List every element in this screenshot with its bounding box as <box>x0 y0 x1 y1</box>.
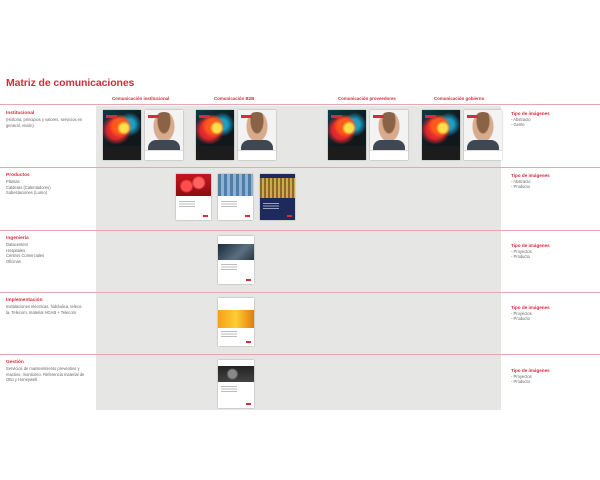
row-divider <box>0 167 600 168</box>
brochure-cover-people <box>238 110 276 160</box>
row-desc-gestion: Servicios de mantenimiento preventivo y … <box>6 366 85 383</box>
brochure-cover-people <box>145 110 183 160</box>
brochure-cover-management <box>218 360 254 408</box>
brochure-cover-people <box>464 110 502 160</box>
tipo-title: Tipo de imágenes <box>511 243 550 248</box>
brochure-cover-product <box>176 174 211 220</box>
brochure-cover-abstract <box>196 110 234 160</box>
column-header-proveedores: Comunicación proveedores <box>338 96 396 101</box>
column-header-institucional: Comunicación institucional <box>112 96 170 101</box>
row-divider <box>0 230 600 231</box>
brochure-cover-engineering <box>218 236 254 284</box>
tipo-item: - Producto <box>511 316 530 321</box>
row-desc-ingenieria: Datacenters Hospitales Centros Comercial… <box>6 242 45 264</box>
row-title-institucional: Institucional <box>6 111 35 116</box>
tipo-title: Tipo de imágenes <box>511 111 550 116</box>
row-desc-implementacion: Instalaciones eléctricas, hidráulica, te… <box>6 304 83 315</box>
brochure-cover-implementation <box>218 298 254 346</box>
row-title-productos: Productos <box>6 173 30 178</box>
row-divider <box>0 292 600 293</box>
brochure-cover-product <box>218 174 253 220</box>
brochure-cover-abstract <box>328 110 366 160</box>
brochure-cover-abstract <box>422 110 460 160</box>
tipo-item: - Producto <box>511 254 530 259</box>
brochure-cover-abstract <box>103 110 141 160</box>
row-title-ingenieria: Ingeniería <box>6 236 29 241</box>
tipo-item: - Gente <box>511 122 525 127</box>
page-title: Matriz de comunicaciones <box>6 77 135 89</box>
tipo-title: Tipo de imágenes <box>511 305 550 310</box>
row-desc-institucional: (Historia, principios y valores, servici… <box>6 117 83 128</box>
column-header-b2b: Comunicación B2B <box>214 96 255 101</box>
tipo-title: Tipo de imágenes <box>511 173 550 178</box>
row-title-implementacion: Implementación <box>6 298 43 303</box>
tipo-item: - Producto <box>511 184 530 189</box>
brochure-cover-product <box>260 174 295 220</box>
tipo-title: Tipo de imágenes <box>511 368 550 373</box>
column-header-gobierno: Comunicación gobierno <box>434 96 485 101</box>
row-title-gestion: Gestión <box>6 360 24 365</box>
row-desc-productos: Plantas Calderas (Calentadores) Subestac… <box>6 179 51 196</box>
row-divider <box>0 354 600 355</box>
brochure-cover-people <box>370 110 408 160</box>
tipo-item: - Producto <box>511 379 530 384</box>
row-divider <box>0 104 600 105</box>
